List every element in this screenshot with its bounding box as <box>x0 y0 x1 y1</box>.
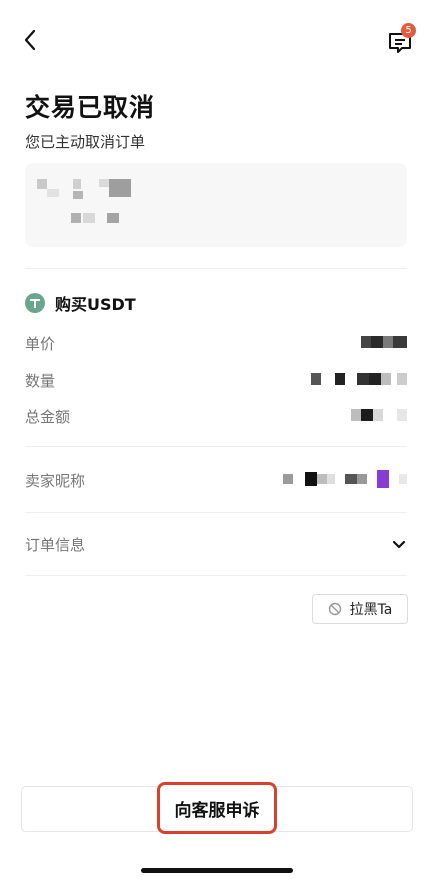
appeal-bar: 向客服申诉 <box>21 782 413 834</box>
home-indicator <box>141 868 293 873</box>
seller-nickname-label: 卖家昵称 <box>25 472 86 490</box>
redacted-value <box>283 468 407 490</box>
order-info-label: 订单信息 <box>25 536 86 554</box>
seller-nickname-row: 卖家昵称 <box>25 468 407 492</box>
redacted-value <box>351 408 407 422</box>
tether-icon <box>25 293 45 313</box>
appeal-label: 向客服申诉 <box>174 800 260 821</box>
back-button[interactable] <box>16 26 44 54</box>
payment-info-card <box>25 163 407 247</box>
chevron-down-icon <box>392 540 406 549</box>
total-amount-row: 总金额 <box>25 404 407 428</box>
chevron-left-icon <box>24 29 36 51</box>
block-icon <box>328 602 341 616</box>
page-title: 交易已取消 <box>25 93 156 122</box>
unit-price-label: 单价 <box>25 335 56 353</box>
divider <box>25 575 407 576</box>
quantity-row: 数量 <box>25 368 407 392</box>
quantity-label: 数量 <box>25 372 56 390</box>
asset-row: 购买USDT <box>25 290 136 316</box>
total-amount-label: 总金额 <box>25 408 71 426</box>
divider <box>25 268 407 269</box>
order-info-toggle[interactable]: 订单信息 <box>25 532 407 558</box>
redacted-value <box>361 335 407 349</box>
redacted-value <box>311 372 407 386</box>
asset-label: 购买USDT <box>55 295 136 314</box>
divider <box>25 512 407 513</box>
unit-price-row: 单价 <box>25 331 407 355</box>
top-bar: 5 <box>0 0 430 80</box>
message-count-badge: 5 <box>401 23 416 38</box>
divider <box>25 446 407 447</box>
block-user-label: 拉黑Ta <box>349 602 393 618</box>
page-subtitle: 您已主动取消订单 <box>25 133 146 151</box>
messages-button[interactable]: 5 <box>384 23 418 58</box>
appeal-to-support-button[interactable]: 向客服申诉 <box>157 782 277 834</box>
block-user-button[interactable]: 拉黑Ta <box>312 594 408 624</box>
